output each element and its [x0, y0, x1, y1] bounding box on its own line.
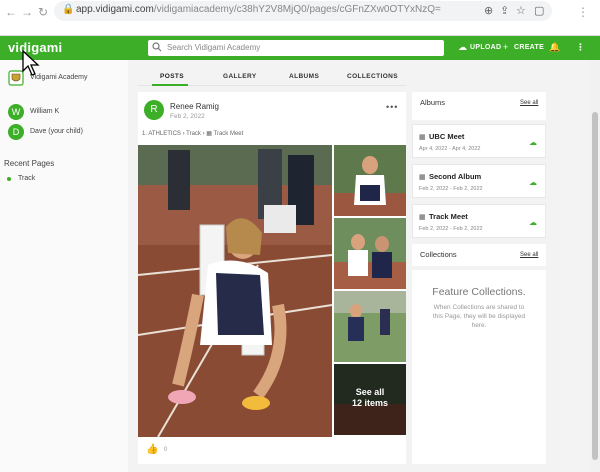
notification-bell-icon[interactable]: 🔔: [549, 42, 560, 52]
upload-cloud-icon: ☁: [458, 42, 467, 52]
url-path: /vidigamiacademy/c38hY2V8MjQ0/pages/cGFn…: [153, 4, 441, 15]
recent-dot-icon: [7, 177, 11, 181]
album-card[interactable]: ▦ Second Album Feb 2, 2022 - Feb 2, 2022…: [412, 164, 546, 198]
forward-icon[interactable]: →: [20, 5, 34, 19]
back-icon[interactable]: ←: [4, 5, 18, 19]
calendar-icon: ▦: [419, 214, 426, 221]
album-dates: Feb 2, 2022 - Feb 2, 2022: [419, 186, 483, 192]
post-main-photo[interactable]: [138, 145, 332, 437]
cloud-download-icon[interactable]: ☁: [529, 218, 537, 227]
post-thumbnail[interactable]: [334, 291, 406, 362]
install-icon[interactable]: ⊕: [484, 5, 493, 17]
profile-icon[interactable]: ▢: [534, 5, 544, 17]
post-thumbnail[interactable]: [334, 145, 406, 216]
share-icon[interactable]: ⇪: [500, 5, 509, 17]
track-start-photo: [138, 145, 332, 437]
post-author[interactable]: Renee Ramig: [170, 102, 219, 111]
collections-panel-header: Collections See all: [412, 244, 546, 266]
album-card[interactable]: ▦ UBC Meet Apr 4, 2022 - Apr 4, 2022 ☁: [412, 124, 546, 158]
lock-icon: 🔒: [62, 4, 75, 15]
post-date: Feb 2, 2022: [170, 113, 205, 120]
like-count: 0: [164, 447, 168, 453]
like-thumb-icon[interactable]: 👍: [146, 444, 158, 455]
breadcrumb-athletics[interactable]: 1. ATHLETICS: [142, 131, 181, 137]
recent-page-label: Track: [18, 175, 36, 182]
scrollbar-thumb[interactable]: [592, 112, 598, 460]
album-title: Second Album: [429, 172, 482, 181]
see-all-thumbnail[interactable]: See all 12 items: [334, 364, 406, 435]
tab-albums[interactable]: ALBUMS: [289, 73, 319, 80]
post-card: R Renee Ramig Feb 2, 2022 ••• 1. ATHLETI…: [138, 92, 406, 464]
albums-heading: Albums: [420, 98, 446, 107]
feature-collections-title: Feature Collections.: [432, 286, 526, 298]
breadcrumb-track[interactable]: Track: [186, 131, 201, 137]
album-card[interactable]: ▦ Track Meet Feb 2, 2022 - Feb 2, 2022 ☁: [412, 204, 546, 238]
upload-button[interactable]: UPLOAD: [470, 44, 501, 51]
active-tab-indicator: [152, 84, 188, 86]
tab-gallery[interactable]: GALLERY: [223, 73, 257, 80]
athlete-photo: [334, 145, 406, 216]
browser-chrome: ← → ↻ 🔒 app.vidigami.com/vidigamiacademy…: [0, 0, 600, 36]
album-title: UBC Meet: [429, 132, 465, 141]
url-domain: app.vidigami.com: [76, 4, 154, 15]
post-thumbnail[interactable]: [334, 218, 406, 289]
albums-panel-header: Albums See all: [412, 92, 546, 120]
see-all-overlay[interactable]: See all 12 items: [334, 364, 406, 435]
calendar-icon: ▦: [419, 134, 426, 141]
search-placeholder: Search Vidigami Academy: [167, 43, 261, 52]
tab-posts[interactable]: POSTS: [160, 73, 184, 80]
album-dates: Apr 4, 2022 - Apr 4, 2022: [419, 146, 481, 152]
mouse-cursor-icon: [22, 50, 40, 76]
recent-pages-heading: Recent Pages: [4, 159, 55, 168]
user-avatar: D: [8, 124, 24, 140]
calendar-icon: ▦: [419, 174, 426, 181]
athletes-group-photo: [334, 218, 406, 289]
cloud-download-icon[interactable]: ☁: [529, 178, 537, 187]
album-title: Track Meet: [429, 212, 468, 221]
bookmark-star-icon[interactable]: ☆: [516, 5, 526, 17]
author-avatar[interactable]: R: [144, 100, 164, 120]
field-runners-photo: [334, 291, 406, 362]
user-name: Dave (your child): [30, 128, 83, 135]
user-avatar: W: [8, 104, 24, 120]
address-bar[interactable]: 🔒 app.vidigami.com/vidigamiacademy/c38hY…: [54, 1, 552, 21]
url-text[interactable]: app.vidigami.com/vidigamiacademy/c38hY2V…: [76, 4, 441, 15]
albums-see-all-link[interactable]: See all: [520, 100, 538, 106]
feature-collections: Feature Collections. When Collections ar…: [412, 286, 546, 330]
plus-icon: +: [503, 42, 509, 52]
page-scrollbar[interactable]: [590, 60, 600, 472]
more-options-icon[interactable]: •••: [386, 102, 398, 112]
create-button[interactable]: CREATE: [514, 44, 544, 51]
feature-collections-text: When Collections are shared to this Page…: [432, 304, 526, 329]
page-tabs: POSTS GALLERY ALBUMS COLLECTIONS: [138, 68, 406, 86]
sidebar: Vidigami Academy W William K D Dave (you…: [0, 60, 128, 472]
user-name: William K: [30, 108, 60, 115]
breadcrumb: 1. ATHLETICS › Track › ▦ Track Meet: [142, 130, 243, 137]
see-all-label: See all: [355, 387, 385, 397]
calendar-icon: ▦: [206, 131, 214, 137]
collections-heading: Collections: [420, 250, 457, 259]
app-topbar: vidigami Search Vidigami Academy ☁ UPLOA…: [0, 36, 600, 60]
album-dates: Feb 2, 2022 - Feb 2, 2022: [419, 226, 483, 232]
breadcrumb-track-meet[interactable]: Track Meet: [214, 131, 244, 137]
cloud-download-icon[interactable]: ☁: [529, 138, 537, 147]
search-icon: [152, 42, 162, 52]
reload-icon[interactable]: ↻: [36, 5, 50, 19]
search-input[interactable]: Search Vidigami Academy: [148, 40, 444, 56]
tab-collections[interactable]: COLLECTIONS: [347, 73, 398, 80]
item-count-label: 12 items: [351, 398, 389, 408]
recent-page-track[interactable]: Track: [0, 173, 128, 185]
collections-see-all-link[interactable]: See all: [520, 252, 538, 258]
browser-menu-icon[interactable]: ⋮: [576, 5, 590, 19]
app-menu-icon[interactable]: ⋮: [576, 42, 585, 52]
